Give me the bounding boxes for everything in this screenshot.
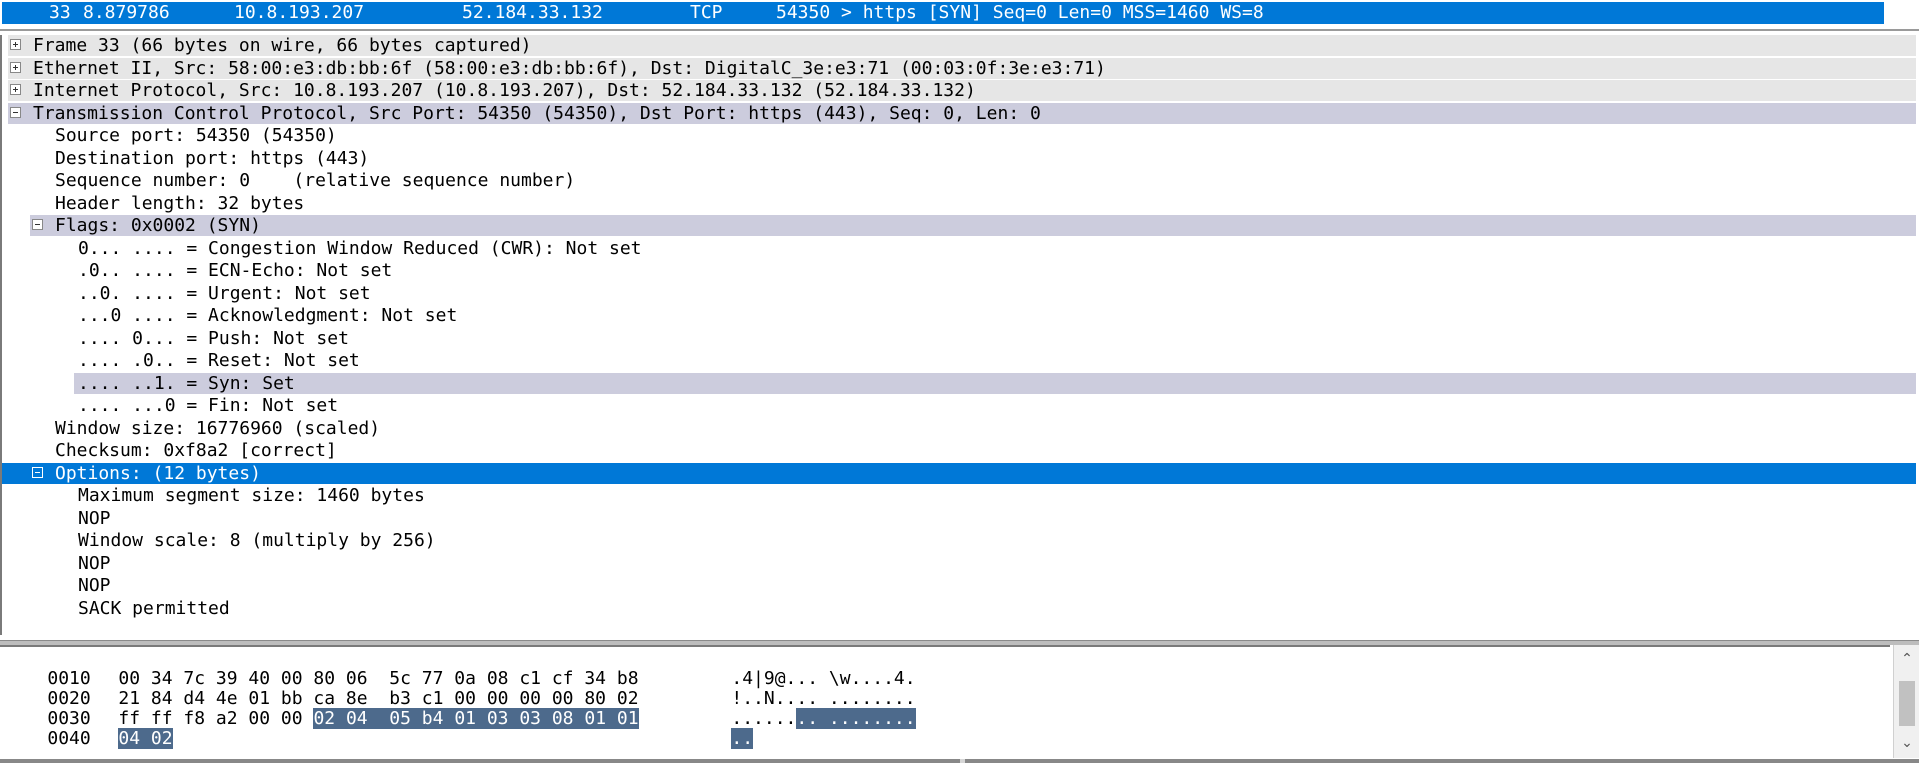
field-label: Checksum: 0xf8a2 [correct] <box>55 440 337 461</box>
option-label: NOP <box>78 575 111 596</box>
flag-label: .... ...0 = Fin: Not set <box>78 395 339 416</box>
option-label: Maximum segment size: 1460 bytes <box>78 485 425 506</box>
minus-box-icon[interactable] <box>10 106 21 118</box>
bytes-ascii[interactable]: .. <box>688 709 754 749</box>
plus-box-icon[interactable] <box>10 61 21 73</box>
tree-label-frame: Frame 33 (66 bytes on wire, 66 bytes cap… <box>33 35 532 56</box>
hex-highlight: 04 02 <box>118 728 173 749</box>
plus-box-icon[interactable] <box>10 39 21 50</box>
chevron-down-icon[interactable]: ⌄ <box>1901 736 1913 750</box>
packet-time: 8.879786 <box>83 2 170 23</box>
tree-row-options[interactable]: Options: (12 bytes) <box>2 462 1916 484</box>
scroll-thumb[interactable] <box>965 759 1919 763</box>
packet-bytes-pane[interactable]: 0010 00 34 7c 39 40 00 80 06 5c 77 0a 08… <box>0 645 1890 760</box>
tree-label-ip: Internet Protocol, Src: 10.8.193.207 (10… <box>33 80 976 101</box>
field-label: Destination port: https (443) <box>55 147 370 169</box>
packet-no: 33 <box>49 2 71 23</box>
field-label: Source port: 54350 (54350) <box>55 125 337 146</box>
tree-row-ip[interactable]: Internet Protocol, Src: 10.8.193.207 (10… <box>8 80 1916 101</box>
packet-details-pane[interactable]: Frame 33 (66 bytes on wire, 66 bytes cap… <box>0 35 1916 635</box>
tree-label-tcp: Transmission Control Protocol, Src Port:… <box>33 102 1041 124</box>
field-label: Sequence number: 0 (relative sequence nu… <box>55 170 576 191</box>
flag-label: .0.. .... = ECN-Echo: Not set <box>78 260 393 281</box>
option-label: NOP <box>78 552 111 574</box>
minus-box-icon[interactable] <box>32 219 43 230</box>
tree-row-ethernet[interactable]: Ethernet II, Src: 58:00:e3:db:bb:6f (58:… <box>8 57 1916 79</box>
minus-box-icon[interactable] <box>32 466 43 478</box>
ascii-highlight: .. ........ <box>796 708 916 729</box>
ascii-highlight: .. <box>731 728 754 749</box>
flag-label: 0... .... = Congestion Window Reduced (C… <box>78 237 642 259</box>
flag-label: ...0 .... = Acknowledgment: Not set <box>78 305 458 326</box>
flag-label: .... 0... = Push: Not set <box>78 327 349 349</box>
flag-label: ..0. .... = Urgent: Not set <box>78 282 371 304</box>
bytes-ascii[interactable]: .4|9@... \w....4. <box>688 649 915 689</box>
hex-highlight: 02 04 05 b4 01 03 03 08 01 01 <box>313 708 639 729</box>
option-label: SACK permitted <box>78 597 230 619</box>
bytes-hex[interactable]: 21 84 d4 4e 01 bb ca 8e b3 c1 00 00 00 0… <box>75 669 638 709</box>
bytes-ascii[interactable]: ........ ........ <box>688 689 916 729</box>
packet-info: 54350 > https [SYN] Seq=0 Len=0 MSS=1460… <box>776 2 1264 23</box>
bytes-ascii[interactable]: !..N.... ........ <box>688 669 915 709</box>
tree-row-flag-syn[interactable]: .... ..1. = Syn: Set <box>74 372 1916 394</box>
tree-row-tcp[interactable]: Transmission Control Protocol, Src Port:… <box>8 102 1916 124</box>
pane-divider[interactable] <box>0 29 1919 31</box>
bytes-hex[interactable]: ff ff f8 a2 00 00 02 04 05 b4 01 03 03 0… <box>75 689 639 729</box>
chevron-up-icon[interactable]: ⌃ <box>1901 652 1913 666</box>
tree-row-frame[interactable]: Frame 33 (66 bytes on wire, 66 bytes cap… <box>8 35 1916 56</box>
scroll-thumb[interactable] <box>0 759 960 763</box>
field-label: Window size: 16776960 (scaled) <box>55 417 381 439</box>
tree-label-flags: Flags: 0x0002 (SYN) <box>55 215 261 236</box>
packet-list-selected-row[interactable]: 33 8.879786 10.8.193.207 52.184.33.132 T… <box>2 2 1884 24</box>
packet-destination: 52.184.33.132 <box>462 2 603 23</box>
tree-label-options: Options: (12 bytes) <box>55 462 261 484</box>
horizontal-scrollbar[interactable] <box>0 759 1919 763</box>
packet-protocol: TCP <box>690 2 723 23</box>
option-label: Window scale: 8 (multiply by 256) <box>78 530 436 551</box>
tree-row-flags[interactable]: Flags: 0x0002 (SYN) <box>30 215 1916 236</box>
scroll-thumb[interactable] <box>1899 681 1915 726</box>
option-label: NOP <box>78 507 111 529</box>
flag-label: .... ..1. = Syn: Set <box>78 372 295 394</box>
bytes-hex[interactable]: 04 02 <box>75 709 173 749</box>
bytes-scrollbar[interactable]: ⌃ ⌄ <box>1893 645 1919 758</box>
packet-source: 10.8.193.207 <box>234 2 365 23</box>
bytes-hex[interactable]: 00 34 7c 39 40 00 80 06 5c 77 0a 08 c1 c… <box>75 649 638 689</box>
flag-label: .... .0.. = Reset: Not set <box>78 350 360 371</box>
plus-box-icon[interactable] <box>10 84 21 95</box>
field-label: Header length: 32 bytes <box>55 192 305 214</box>
tree-label-ethernet: Ethernet II, Src: 58:00:e3:db:bb:6f (58:… <box>33 57 1106 79</box>
